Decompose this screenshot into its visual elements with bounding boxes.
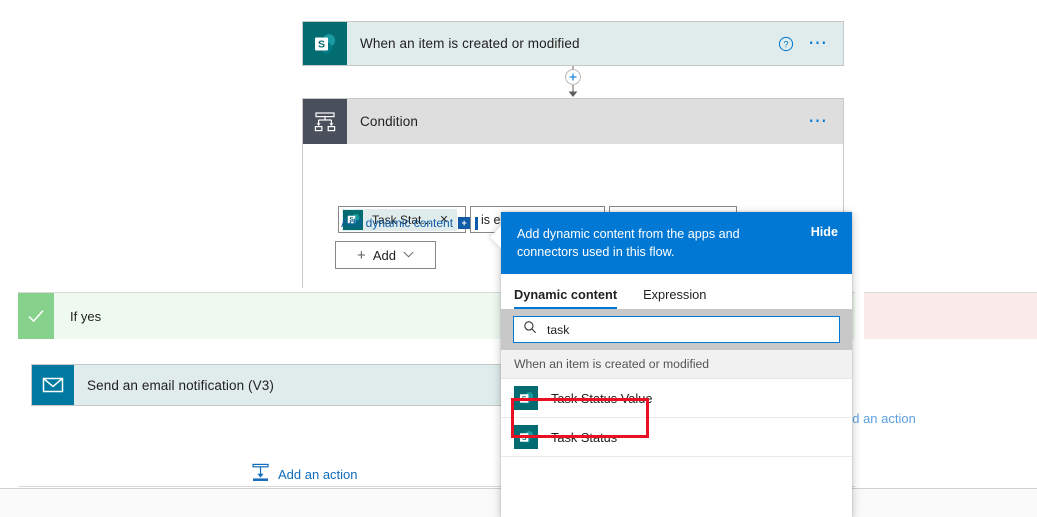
flow-designer-canvas: S When an item is created or modified ? … (0, 0, 1037, 517)
condition-title: Condition (360, 114, 418, 129)
mail-icon (32, 365, 74, 405)
svg-text:S: S (521, 395, 526, 402)
condition-actions: ⋯ (808, 99, 843, 144)
dynamic-content-item-label: Task Status Value (551, 390, 653, 406)
add-button-label: Add (372, 247, 396, 263)
add-dynamic-content-badge: + (458, 217, 471, 229)
svg-text:?: ? (783, 39, 788, 49)
add-action-yes-button[interactable]: Add an action (252, 463, 358, 485)
dynamic-content-panel: Add dynamic content from the apps and co… (490, 212, 852, 517)
add-action-no-button[interactable]: dd an action (845, 411, 916, 426)
if-no-header (864, 293, 1037, 339)
checkmark-icon (18, 293, 54, 339)
add-dynamic-content-link[interactable]: Add dynamic content + (341, 216, 479, 230)
search-icon (523, 320, 537, 339)
dynamic-content-teaching-callout: Add dynamic content from the apps and co… (501, 212, 852, 274)
tab-expression[interactable]: Expression (643, 287, 706, 309)
add-dynamic-content-caret (475, 216, 479, 230)
add-action-icon (252, 463, 269, 485)
sharepoint-icon: S (514, 425, 538, 449)
svg-text:S: S (318, 38, 325, 50)
if-no-branch (864, 292, 1037, 487)
sharepoint-icon: S (514, 386, 538, 410)
dynamic-content-group-header: When an item is created or modified (501, 350, 852, 379)
panel-beak (490, 226, 501, 248)
trigger-title: When an item is created or modified (360, 36, 580, 51)
dynamic-content-item-task-status[interactable]: S Task Status (501, 418, 852, 457)
condition-icon (303, 99, 347, 144)
dynamic-content-list-remainder (501, 457, 852, 517)
add-condition-button[interactable]: + Add (335, 241, 436, 269)
condition-header[interactable]: Condition ⋯ (303, 99, 843, 144)
trigger-actions: ? ⋯ (778, 22, 843, 65)
dynamic-content-item-task-status-value[interactable]: S Task Status Value (501, 379, 852, 418)
callout-hide-button[interactable]: Hide (811, 225, 838, 239)
dynamic-content-tabs: Dynamic content Expression (501, 274, 852, 309)
condition-more-icon[interactable]: ⋯ (808, 112, 829, 131)
trigger-card[interactable]: S When an item is created or modified ? … (302, 21, 844, 66)
svg-text:S: S (521, 434, 526, 441)
add-step-connector[interactable] (558, 66, 588, 98)
trigger-more-icon[interactable]: ⋯ (808, 34, 829, 53)
plus-icon: + (357, 246, 366, 264)
add-action-no-label: dd an action (845, 411, 916, 426)
callout-text: Add dynamic content from the apps and co… (517, 227, 740, 259)
dynamic-content-item-label: Task Status (551, 429, 618, 445)
search-input[interactable]: task (513, 316, 840, 343)
chevron-down-icon (403, 250, 414, 260)
search-input-value: task (547, 322, 570, 337)
add-dynamic-content-label: Add dynamic content (341, 216, 454, 230)
dynamic-content-search-zone: task (501, 309, 852, 350)
help-circle-icon[interactable]: ? (778, 36, 794, 52)
if-yes-label: If yes (70, 308, 102, 324)
sharepoint-icon: S (303, 22, 347, 65)
tab-dynamic-content[interactable]: Dynamic content (514, 287, 618, 309)
add-action-yes-label: Add an action (278, 466, 358, 482)
